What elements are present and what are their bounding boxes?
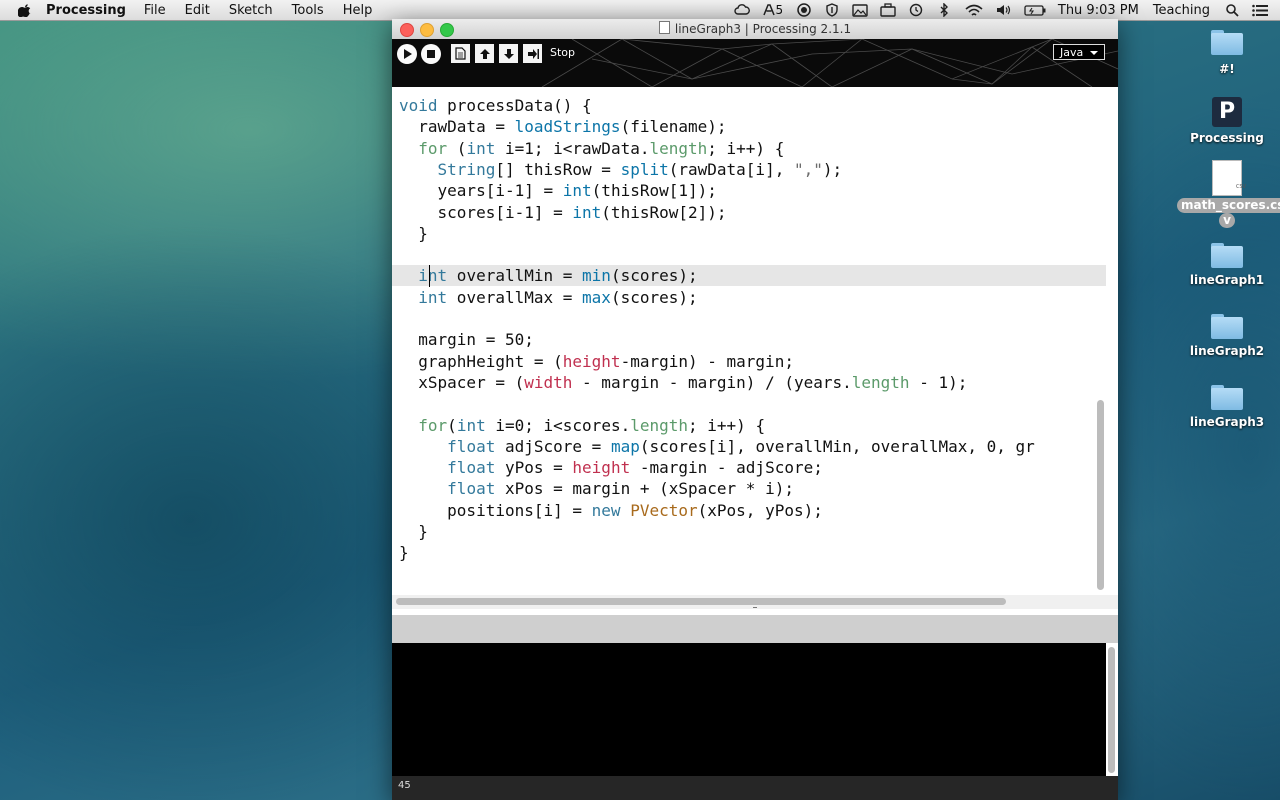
code-line: } <box>399 522 428 541</box>
window-minimize-button[interactable] <box>420 23 434 37</box>
window-zoom-button[interactable] <box>440 23 454 37</box>
volume-icon[interactable] <box>996 3 1012 17</box>
menu-app-name[interactable]: Processing <box>46 3 126 18</box>
time-machine-icon[interactable] <box>908 3 924 17</box>
desktop-icon-linegraph3-folder[interactable]: lineGraph3 <box>1177 385 1277 429</box>
console-scrollbar[interactable] <box>1108 647 1115 773</box>
play-icon <box>404 49 412 59</box>
notification-center-icon[interactable] <box>1252 3 1268 17</box>
desktop-icon-label: math_scores.cs <box>1177 198 1280 213</box>
code-line: xSpacer = (width - margin - margin) / (y… <box>399 372 968 392</box>
desktop-icon-linegraph2-folder[interactable]: lineGraph2 <box>1177 314 1277 358</box>
code-line: margin = 50; <box>399 330 534 350</box>
code-line: void processData() { <box>399 96 592 115</box>
processing-window: lineGraph3 | Processing 2.1.1 Stop Java … <box>392 19 1118 800</box>
code-editor[interactable]: void processData() { rawData = loadStrin… <box>392 95 1106 595</box>
desktop-icon-label: lineGraph1 <box>1189 273 1265 287</box>
save-arrow-icon <box>503 48 514 59</box>
desktop-icon-label: lineGraph3 <box>1189 415 1265 429</box>
code-line: } <box>399 223 428 243</box>
open-arrow-icon <box>479 48 490 59</box>
editor-vertical-scrollbar[interactable] <box>1097 400 1104 590</box>
menu-extras: 5 Thu 9:03 PM Teaching <box>722 0 1268 20</box>
chevron-down-icon <box>1090 51 1098 55</box>
menu-tools[interactable]: Tools <box>292 3 324 18</box>
text-cursor <box>429 265 430 288</box>
code-line: positions[i] = new PVector(xPos, yPos); <box>399 500 823 520</box>
code-line: for(int i=0; i<scores.length; i++) { <box>418 415 766 435</box>
editor-horizontal-scrollbar[interactable] <box>396 598 1006 605</box>
menu-user[interactable]: Teaching <box>1153 3 1210 18</box>
mode-selector[interactable]: Java <box>1053 44 1105 60</box>
spotlight-search-icon[interactable] <box>1224 3 1240 17</box>
apple-menu-icon[interactable] <box>18 3 32 17</box>
photo-icon[interactable] <box>852 3 868 17</box>
window-titlebar[interactable]: lineGraph3 | Processing 2.1.1 <box>392 19 1118 40</box>
folder-icon <box>1211 30 1243 55</box>
code-line: float yPos = height -margin - adjScore; <box>447 458 823 478</box>
window-close-button[interactable] <box>400 23 414 37</box>
line-number: 45 <box>398 780 411 791</box>
menu-sketch[interactable]: Sketch <box>229 3 273 18</box>
processing-app-icon: P <box>1212 97 1242 127</box>
open-button[interactable] <box>475 44 494 63</box>
desktop-icon-label: Processing <box>1190 131 1264 145</box>
desktop-icon-hashbang-folder[interactable]: #! <box>1177 30 1277 76</box>
menu-help[interactable]: Help <box>343 3 373 18</box>
code-line: graphHeight = (height-margin) - margin; <box>399 351 794 371</box>
sketch-toolbar: Stop Java lineGraph3 <box>392 39 1118 87</box>
code-line: scores[i-1] = int(thisRow[2]); <box>399 202 727 222</box>
code-line: } <box>399 543 409 563</box>
stop-icon <box>427 50 435 58</box>
code-line: String[] thisRow = split(rawData[i], ","… <box>437 159 843 179</box>
record-icon[interactable] <box>796 3 812 17</box>
menu-bar: Processing File Edit Sketch Tools Help 5 <box>0 0 1280 21</box>
code-line: rawData = loadStrings(filename); <box>399 117 727 137</box>
new-file-icon <box>455 47 466 60</box>
folder-icon <box>1211 314 1243 339</box>
code-line: for (int i=1; i<rawData.length; i++) { <box>418 138 785 158</box>
desktop-icon-linegraph1-folder[interactable]: lineGraph1 <box>1177 243 1277 287</box>
message-area <box>392 615 1118 643</box>
new-button[interactable] <box>451 44 470 63</box>
csv-file-icon: CSV <box>1212 160 1246 196</box>
save-button[interactable] <box>499 44 518 63</box>
wifi-icon[interactable] <box>964 3 984 17</box>
desktop-icon-processing-app[interactable]: P Processing <box>1177 97 1277 145</box>
stop-button[interactable] <box>421 44 441 64</box>
code-line: int overallMin = min(scores); <box>418 266 698 286</box>
desktop-icon-label-line2: v <box>1219 213 1235 228</box>
desktop-icon-math-scores-csv[interactable]: CSV math_scores.cs v <box>1177 160 1280 228</box>
code-line: years[i-1] = int(thisRow[1]); <box>399 181 717 201</box>
adobe-updates-count: 5 <box>775 3 784 17</box>
folder-icon <box>1211 385 1243 410</box>
window-title: lineGraph3 | Processing 2.1.1 <box>674 22 852 36</box>
menu-edit[interactable]: Edit <box>185 3 210 18</box>
desktop-icon-label: #! <box>1219 62 1235 76</box>
console-output[interactable] <box>392 643 1106 776</box>
adobe-updates-icon[interactable]: 5 <box>762 3 784 17</box>
document-icon <box>658 21 670 34</box>
toolbar-hover-label: Stop <box>550 46 576 59</box>
desktop-icon-label: lineGraph2 <box>1189 344 1265 358</box>
shield-icon[interactable] <box>824 3 840 17</box>
mode-selector-value: Java <box>1060 46 1084 59</box>
line-number-status: 45 <box>392 776 1118 800</box>
folder-icon <box>1211 243 1243 268</box>
menu-file[interactable]: File <box>144 3 166 18</box>
code-line: int overallMax = max(scores); <box>418 287 698 307</box>
code-line: float xPos = margin + (xSpacer * i); <box>447 479 794 499</box>
split-divider-handle[interactable] <box>753 607 757 611</box>
export-button[interactable] <box>523 44 542 63</box>
menu-clock[interactable]: Thu 9:03 PM <box>1058 3 1139 18</box>
battery-icon[interactable] <box>1024 3 1046 17</box>
code-line: float adjScore = map(scores[i], overallM… <box>447 436 1035 456</box>
run-button[interactable] <box>397 44 417 64</box>
export-arrow-icon <box>527 48 539 59</box>
briefcase-icon[interactable] <box>880 3 896 17</box>
creative-cloud-icon[interactable] <box>734 3 750 17</box>
bluetooth-icon[interactable] <box>936 3 952 17</box>
